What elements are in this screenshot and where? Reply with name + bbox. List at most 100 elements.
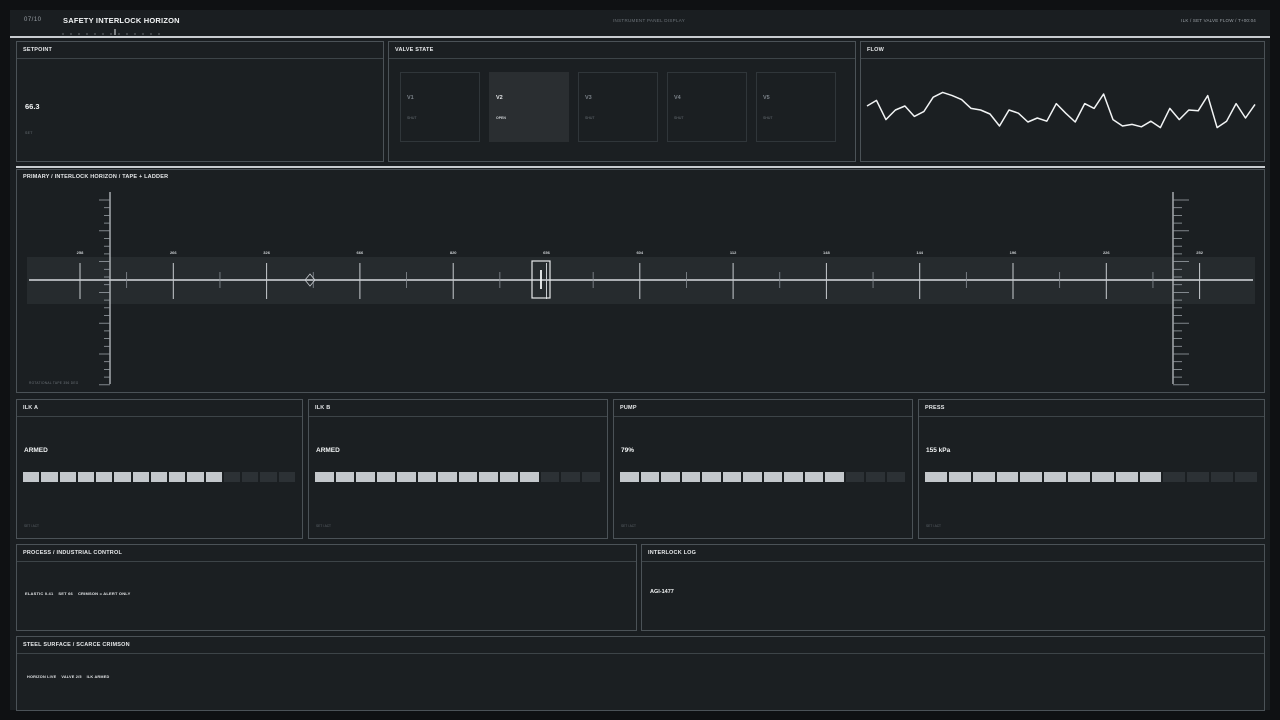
panel-title: PRESS bbox=[925, 404, 945, 411]
panel-header: ILK A bbox=[17, 400, 302, 417]
level-segment bbox=[972, 472, 995, 482]
valve-name: V5 bbox=[763, 95, 770, 101]
setpoint-sub-label: SET bbox=[25, 131, 33, 135]
level-segment bbox=[743, 472, 762, 482]
tape-tick-label: 820 bbox=[450, 250, 457, 255]
valve-card-v2[interactable]: V2 OPEN bbox=[489, 72, 569, 142]
tape-tick-label: 226 bbox=[1103, 250, 1110, 255]
panel-title: INTERLOCK LOG bbox=[648, 549, 697, 556]
tape-tick-label: 656 bbox=[543, 250, 550, 255]
flow-sparkline bbox=[866, 91, 1256, 129]
level-segment bbox=[581, 472, 600, 482]
surface-tag: VALVE 2/5 bbox=[61, 675, 82, 679]
valve-state-panel: VALVE STATE V1 SHUT V2 OPEN V3 SHUT V4 S… bbox=[388, 41, 856, 162]
level-segment bbox=[1068, 472, 1090, 482]
valve-state-label: OPEN bbox=[496, 116, 506, 120]
header-divider bbox=[10, 36, 1270, 38]
ilk-a-panel: ILK A ARMED SET / ACT bbox=[16, 399, 303, 539]
level-segment bbox=[23, 472, 40, 482]
valve-state-label: SHUT bbox=[407, 116, 417, 120]
level-segment bbox=[376, 472, 395, 482]
level-segment bbox=[1234, 472, 1257, 482]
level-segment bbox=[260, 472, 277, 482]
tape-tick-label: 666 bbox=[357, 250, 364, 255]
level-bar bbox=[315, 472, 600, 482]
gauge-footer: SET / ACT bbox=[24, 524, 39, 528]
level-bar bbox=[620, 472, 905, 482]
level-segment bbox=[640, 472, 659, 482]
interlock-tape[interactable]: 258 266 326 666 820 656 604 112 148 144 196 226 252 bbox=[17, 170, 1264, 392]
valve-card-v3[interactable]: V3 SHUT bbox=[578, 72, 658, 142]
level-segment bbox=[722, 472, 741, 482]
process-tag: SET 66 bbox=[58, 591, 73, 596]
surface-tags: HORIZON LIVE VALVE 2/5 ILK ARMED bbox=[27, 675, 114, 679]
panel-header: SETPOINT bbox=[17, 42, 383, 59]
pump-panel: PUMP 79% SET / ACT bbox=[613, 399, 913, 539]
level-segment bbox=[242, 472, 259, 482]
panel-title: SETPOINT bbox=[23, 46, 53, 53]
flow-panel: FLOW bbox=[860, 41, 1265, 162]
level-segment bbox=[458, 472, 477, 482]
panel-header: PUMP bbox=[614, 400, 912, 417]
tape-tick-label: 148 bbox=[823, 250, 830, 255]
level-segment bbox=[1115, 472, 1138, 482]
panel-header: INTERLOCK LOG bbox=[642, 545, 1264, 562]
level-segment bbox=[335, 472, 354, 482]
level-segment bbox=[278, 472, 295, 482]
hmi-screen: 07/10 SAFETY INTERLOCK HORIZON INSTRUMEN… bbox=[10, 10, 1270, 711]
panel-header: PROCESS / INDUSTRIAL CONTROL bbox=[17, 545, 636, 562]
level-segment bbox=[996, 472, 1019, 482]
valve-card-v5[interactable]: V5 SHUT bbox=[756, 72, 836, 142]
tape-tick-label: 258 bbox=[77, 250, 84, 255]
log-entry[interactable]: AGI-1477 bbox=[650, 589, 674, 595]
level-segment bbox=[315, 472, 334, 482]
valve-state-label: SHUT bbox=[674, 116, 684, 120]
level-segment bbox=[397, 472, 416, 482]
level-segment bbox=[479, 472, 498, 482]
level-segment bbox=[886, 472, 905, 482]
panel-header: PRESS bbox=[919, 400, 1264, 417]
panel-title: PROCESS / INDUSTRIAL CONTROL bbox=[23, 549, 123, 556]
level-segment bbox=[661, 472, 680, 482]
valve-card-v4[interactable]: V4 SHUT bbox=[667, 72, 747, 142]
gauge-value: 79% bbox=[621, 447, 635, 454]
process-tag: CRIMSON = ALERT ONLY bbox=[77, 591, 131, 596]
level-segment bbox=[41, 472, 58, 482]
level-bar bbox=[925, 472, 1257, 482]
tape-tick-label: 112 bbox=[730, 250, 737, 255]
valve-name: V4 bbox=[674, 95, 681, 101]
mode-label: INSTRUMENT PANEL DISPLAY bbox=[613, 18, 686, 23]
panel-header: STEEL SURFACE / SCARCE CRIMSON bbox=[17, 637, 1264, 654]
level-segment bbox=[59, 472, 76, 482]
valve-state-label: SHUT bbox=[585, 116, 595, 120]
level-segment bbox=[763, 472, 782, 482]
level-segment bbox=[150, 472, 168, 482]
panel-header: ILK B bbox=[309, 400, 607, 417]
surface-tag: HORIZON LIVE bbox=[27, 675, 57, 679]
level-segment bbox=[681, 472, 700, 482]
panel-header: FLOW bbox=[861, 42, 1264, 59]
level-segment bbox=[1020, 472, 1043, 482]
level-segment bbox=[1211, 472, 1233, 482]
tape-tick-label: 604 bbox=[636, 250, 643, 255]
level-segment bbox=[132, 472, 149, 482]
level-segment bbox=[438, 472, 457, 482]
level-segment bbox=[804, 472, 823, 482]
level-bar bbox=[23, 472, 295, 482]
panel-title: ILK A bbox=[23, 404, 39, 411]
level-segment bbox=[620, 472, 639, 482]
flow-series-line bbox=[866, 91, 1256, 129]
level-segment bbox=[520, 472, 539, 482]
level-segment bbox=[1091, 472, 1114, 482]
level-segment bbox=[702, 472, 721, 482]
level-segment bbox=[866, 472, 885, 482]
valve-card-v1[interactable]: V1 SHUT bbox=[400, 72, 480, 142]
valve-name: V1 bbox=[407, 95, 414, 101]
ilk-b-panel: ILK B ARMED SET / ACT bbox=[308, 399, 608, 539]
level-segment bbox=[356, 472, 375, 482]
level-segment bbox=[925, 472, 947, 482]
level-segment bbox=[784, 472, 803, 482]
panel-title: VALVE STATE bbox=[395, 46, 434, 53]
panel-title: ILK B bbox=[315, 404, 331, 411]
level-segment bbox=[205, 472, 222, 482]
